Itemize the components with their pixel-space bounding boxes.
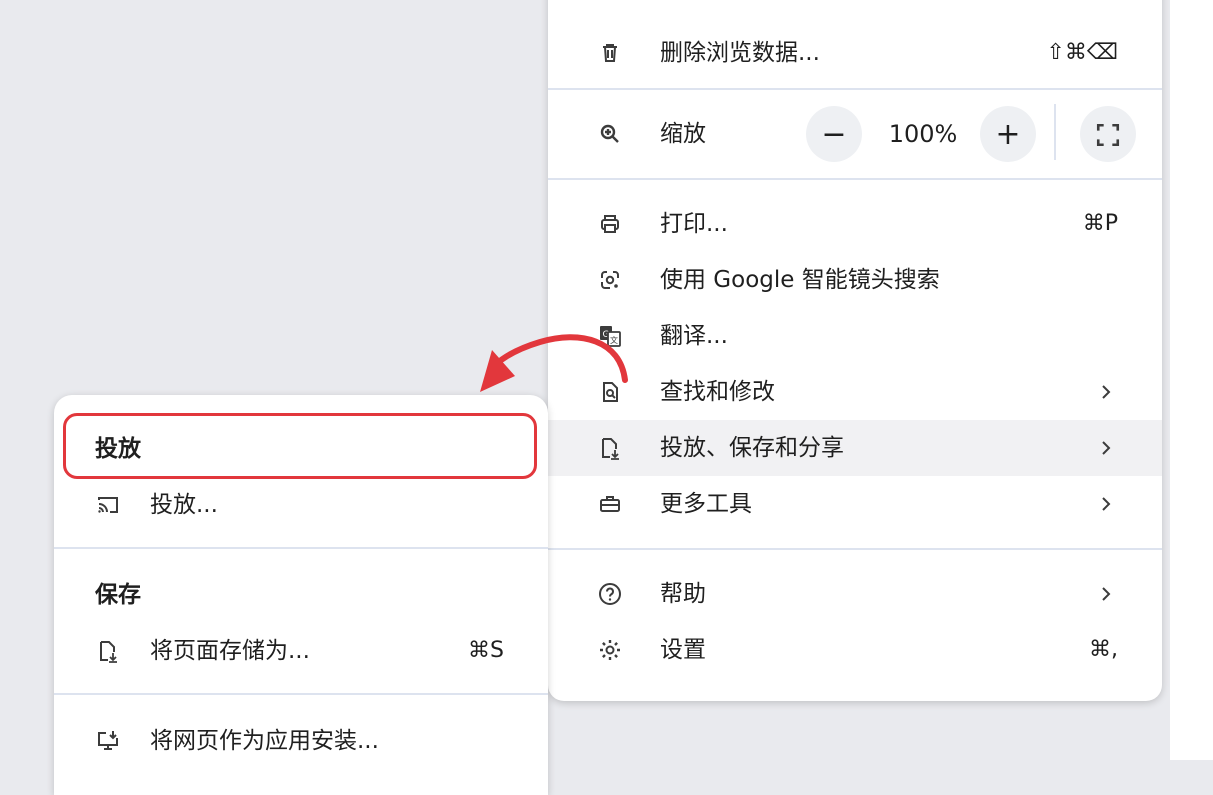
trash-icon bbox=[598, 41, 622, 65]
menu-item-label: 使用 Google 智能镜头搜索 bbox=[660, 267, 940, 293]
menu-separator bbox=[548, 88, 1162, 90]
menu-separator bbox=[548, 548, 1162, 550]
save-page-icon bbox=[598, 436, 622, 460]
shortcut-text: ⌘P bbox=[1082, 211, 1118, 236]
chevron-right-icon bbox=[1096, 438, 1116, 458]
chevron-right-icon bbox=[1096, 494, 1116, 514]
shortcut-text: ⌘, bbox=[1089, 637, 1118, 662]
menu-item-label: 查找和修改 bbox=[660, 379, 775, 405]
menu-item-label: 缩放 bbox=[660, 121, 706, 147]
section-title-save: 保存 bbox=[95, 582, 141, 608]
gear-icon bbox=[598, 638, 622, 662]
menu-item-label: 将网页作为应用安装... bbox=[150, 728, 379, 754]
menu-item-label: 投放... bbox=[150, 492, 218, 518]
zoom-out-button[interactable]: − bbox=[806, 106, 862, 162]
menu-item-google-lens[interactable]: 使用 Google 智能镜头搜索 bbox=[548, 252, 1162, 308]
menu-item-settings[interactable]: 设置 ⌘, bbox=[548, 622, 1162, 678]
shortcut-text: ⇧⌘⌫ bbox=[1046, 40, 1118, 65]
menu-separator bbox=[54, 693, 548, 695]
menu-item-clear-browsing-data[interactable]: 删除浏览数据... ⇧⌘⌫ bbox=[548, 25, 1162, 81]
help-icon bbox=[598, 582, 622, 606]
shortcut-text: ⌘S bbox=[468, 638, 504, 663]
fullscreen-icon bbox=[1095, 121, 1121, 147]
fullscreen-button[interactable] bbox=[1080, 106, 1136, 162]
menu-item-label: 设置 bbox=[660, 637, 706, 663]
chevron-right-icon bbox=[1096, 382, 1116, 402]
install-icon bbox=[96, 729, 120, 753]
submenu-item-cast[interactable]: 投放... bbox=[54, 477, 548, 533]
menu-item-label: 更多工具 bbox=[660, 491, 752, 517]
menu-separator bbox=[548, 178, 1162, 180]
zoom-in-button[interactable]: + bbox=[980, 106, 1036, 162]
zoom-divider bbox=[1054, 104, 1056, 160]
menu-item-label: 删除浏览数据... bbox=[660, 40, 820, 66]
print-icon bbox=[598, 212, 622, 236]
menu-item-label: 打印... bbox=[660, 211, 728, 237]
menu-item-cast-save-share[interactable]: 投放、保存和分享 bbox=[548, 420, 1162, 476]
menu-item-help[interactable]: 帮助 bbox=[548, 566, 1162, 622]
submenu-item-install-app[interactable]: 将网页作为应用安装... bbox=[54, 713, 548, 769]
annotation-highlight-box bbox=[63, 413, 537, 479]
lens-icon bbox=[598, 268, 622, 292]
menu-item-print[interactable]: 打印... ⌘P bbox=[548, 196, 1162, 252]
chevron-right-icon bbox=[1096, 584, 1116, 604]
menu-item-label: 帮助 bbox=[660, 581, 706, 607]
zoom-level: 100% bbox=[888, 120, 958, 148]
menu-separator bbox=[54, 547, 548, 549]
menu-item-more-tools[interactable]: 更多工具 bbox=[548, 476, 1162, 532]
annotation-arrow-icon bbox=[480, 334, 628, 392]
menu-item-label: 将页面存储为... bbox=[150, 638, 310, 664]
cast-icon bbox=[96, 493, 120, 517]
toolbox-icon bbox=[598, 492, 622, 516]
menu-item-label: 投放、保存和分享 bbox=[660, 435, 844, 461]
window-background-strip bbox=[1170, 0, 1213, 760]
zoom-icon bbox=[598, 122, 622, 146]
submenu-item-save-page[interactable]: 将页面存储为... ⌘S bbox=[54, 623, 548, 679]
menu-item-label: 翻译... bbox=[660, 323, 728, 349]
save-page-icon bbox=[96, 639, 120, 663]
